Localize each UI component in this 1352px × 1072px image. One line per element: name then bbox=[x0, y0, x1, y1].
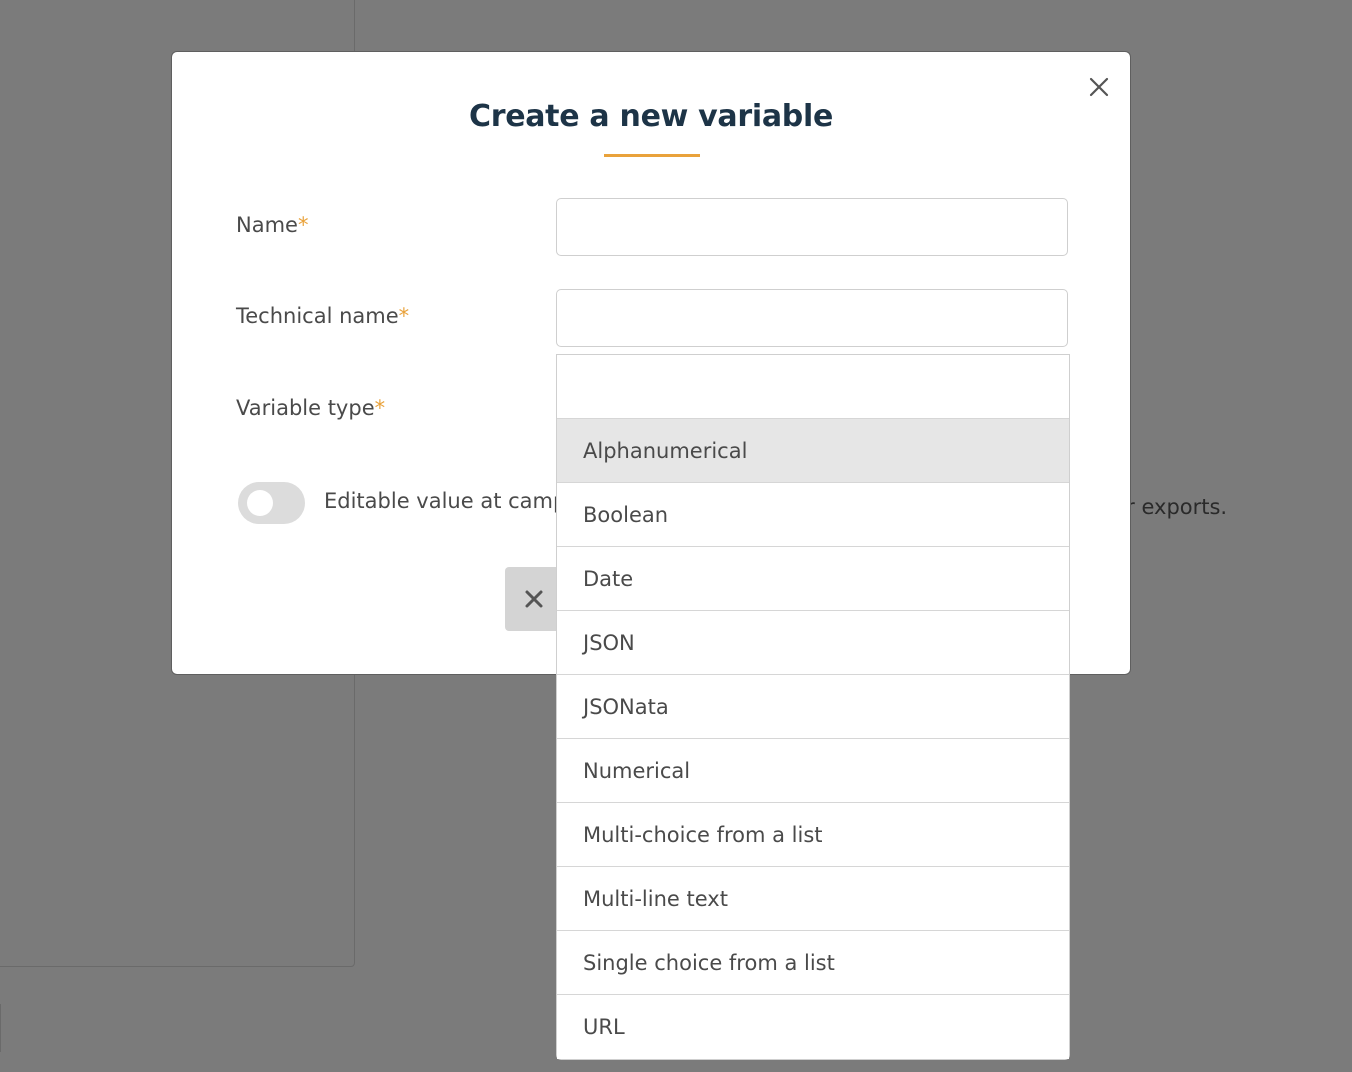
required-marker: * bbox=[374, 396, 386, 420]
editable-value-label: Editable value at camp bbox=[324, 489, 567, 513]
option-jsonata[interactable]: JSONata bbox=[557, 675, 1069, 739]
name-label: Name* bbox=[236, 213, 308, 237]
option-single-choice-list[interactable]: Single choice from a list bbox=[557, 931, 1069, 995]
name-input[interactable] bbox=[556, 198, 1068, 256]
technical-name-input[interactable] bbox=[556, 289, 1068, 347]
variable-type-label-text: Variable type bbox=[236, 396, 375, 420]
option-alphanumerical[interactable]: Alphanumerical bbox=[557, 419, 1069, 483]
variable-type-search-input[interactable] bbox=[557, 355, 1069, 419]
option-date[interactable]: Date bbox=[557, 547, 1069, 611]
variable-type-dropdown: Alphanumerical Boolean Date JSON JSONata… bbox=[556, 354, 1070, 1060]
option-json[interactable]: JSON bbox=[557, 611, 1069, 675]
option-boolean[interactable]: Boolean bbox=[557, 483, 1069, 547]
required-marker: * bbox=[297, 213, 309, 237]
background-exports-text: our exports. bbox=[1100, 495, 1228, 519]
editable-value-toggle[interactable] bbox=[238, 482, 305, 524]
name-label-text: Name bbox=[236, 213, 298, 237]
option-multi-choice-list[interactable]: Multi-choice from a list bbox=[557, 803, 1069, 867]
close-button[interactable] bbox=[1086, 74, 1112, 100]
toggle-knob bbox=[247, 490, 273, 516]
option-url[interactable]: URL bbox=[557, 995, 1069, 1059]
background-divider bbox=[0, 1004, 1, 1052]
close-icon bbox=[1089, 77, 1109, 97]
x-icon bbox=[525, 590, 543, 608]
modal-title: Create a new variable bbox=[468, 99, 833, 134]
technical-name-label: Technical name* bbox=[236, 304, 409, 328]
option-numerical[interactable]: Numerical bbox=[557, 739, 1069, 803]
title-underline bbox=[604, 154, 700, 157]
variable-type-label: Variable type* bbox=[236, 396, 385, 420]
required-marker: * bbox=[398, 304, 410, 328]
technical-name-label-text: Technical name bbox=[236, 304, 399, 328]
option-multi-line-text[interactable]: Multi-line text bbox=[557, 867, 1069, 931]
